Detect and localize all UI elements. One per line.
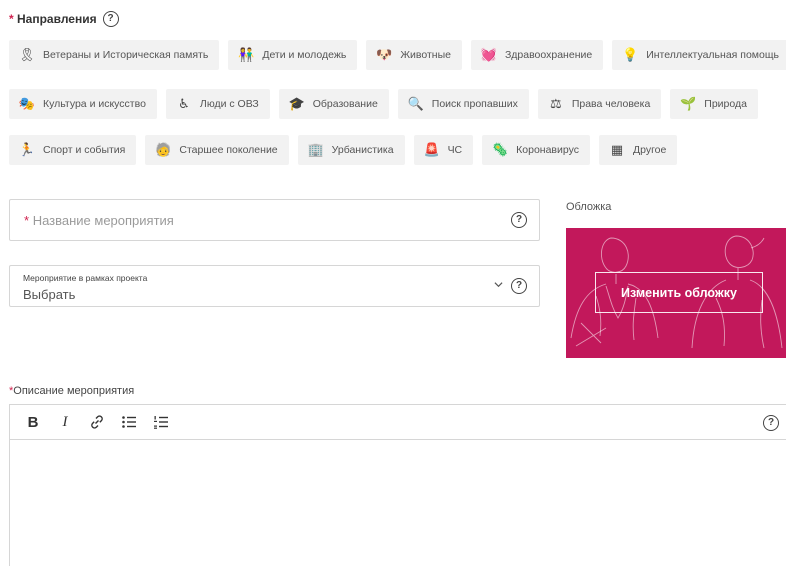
direction-chip[interactable]: 💡 Интеллектуальная помощь	[612, 40, 786, 70]
directions-label: Направления	[17, 12, 97, 26]
grid-icon: ▦	[610, 142, 624, 157]
project-select[interactable]: Мероприятие в рамках проекта Выбрать ?	[9, 265, 540, 307]
runner-icon: 🏃	[18, 142, 36, 157]
cover-label: Обложка	[566, 201, 612, 213]
direction-chip[interactable]: 🔍 Поиск пропавших	[397, 89, 529, 119]
direction-chip[interactable]: 💓 Здравоохранение	[470, 40, 604, 70]
medal-icon: 🎗	[18, 47, 36, 62]
direction-chip[interactable]: 🐶 Животные	[366, 40, 462, 70]
direction-chip-label: Старшее поколение	[179, 144, 278, 156]
change-cover-button[interactable]: Изменить обложку	[595, 272, 763, 313]
help-icon[interactable]: ?	[511, 278, 527, 294]
italic-button[interactable]: I	[56, 413, 74, 431]
direction-chip[interactable]: 🦠 Коронавирус	[482, 135, 590, 165]
direction-chip-label: Образование	[312, 98, 378, 110]
direction-chip[interactable]: ▦ Другое	[598, 135, 678, 165]
help-icon[interactable]: ?	[511, 212, 527, 228]
direction-chip[interactable]: 🚨 ЧС	[413, 135, 474, 165]
direction-chip[interactable]: 🧓 Старшее поколение	[145, 135, 289, 165]
graduation-cap-icon: 🎓	[288, 96, 305, 111]
direction-chip-label: Люди с ОВЗ	[199, 98, 259, 110]
description-editor[interactable]: B I ?	[9, 404, 786, 566]
direction-chip[interactable]: 🎓 Образование	[278, 89, 389, 119]
directions-row: 🎭 Культура и искусство ♿ Люди с ОВЗ 🎓 Образов…	[9, 89, 758, 119]
direction-chip-label: Права человека	[571, 98, 651, 110]
help-icon[interactable]: ?	[763, 415, 779, 431]
direction-chip-label: Культура и искусство	[43, 98, 146, 110]
direction-chip-label: Поиск пропавших	[431, 98, 518, 110]
bullet-list-icon[interactable]	[120, 413, 138, 431]
building-icon: 🏢	[307, 142, 324, 157]
direction-chip-label: ЧС	[447, 144, 463, 156]
alarm-icon: 🚨	[423, 142, 440, 157]
direction-chip-label: Животные	[400, 49, 451, 61]
search-icon: 🔍	[407, 96, 424, 111]
direction-chip-label: Дети и молодежь	[262, 49, 347, 61]
cover-image: Изменить обложку	[566, 228, 786, 358]
direction-chip[interactable]: 👫 Дети и молодежь	[228, 40, 358, 70]
sprout-icon: 🌱	[680, 96, 697, 111]
direction-chip[interactable]: 🏃 Спорт и события	[9, 135, 137, 165]
event-name-field[interactable]: * Название мероприятия ?	[9, 199, 540, 241]
direction-chip[interactable]: 🎗 Ветераны и Историческая память	[9, 40, 220, 70]
required-mark: *	[24, 213, 30, 228]
wheelchair-icon: ♿	[178, 96, 190, 111]
direction-chip-label: Ветераны и Историческая память	[43, 49, 209, 61]
link-icon[interactable]	[88, 413, 106, 431]
numbered-list-icon[interactable]	[152, 413, 170, 431]
direction-chip[interactable]: ♿ Люди с ОВЗ	[165, 89, 270, 119]
required-mark: *	[9, 12, 14, 26]
direction-chip-label: Интеллектуальная помощь	[646, 49, 779, 61]
event-name-placeholder: * Название мероприятия	[24, 213, 174, 228]
bold-button[interactable]: B	[24, 413, 42, 431]
direction-chip-label: Коронавирус	[516, 144, 579, 156]
directions-row: 🎗 Ветераны и Историческая память 👫 Дети и м…	[9, 40, 786, 70]
direction-chip-label: Здравоохранение	[504, 49, 593, 61]
project-select-value: Выбрать	[23, 287, 76, 302]
directions-title: * Направления ?	[9, 11, 119, 27]
direction-chip[interactable]: 🏢 Урбанистика	[297, 135, 405, 165]
direction-chip[interactable]: 🌱 Природа	[670, 89, 758, 119]
editor-toolbar: B I	[10, 405, 786, 440]
description-label: *Описание мероприятия	[9, 385, 134, 397]
direction-chip-label: Природа	[704, 98, 747, 110]
direction-chip-label: Спорт и события	[43, 144, 126, 156]
paw-icon: 🐶	[376, 47, 393, 62]
event-name-placeholder-text: Название мероприятия	[32, 213, 174, 228]
project-select-label: Мероприятие в рамках проекта	[23, 273, 148, 283]
help-icon[interactable]: ?	[102, 11, 119, 27]
direction-chip[interactable]: 🎭 Культура и искусство	[9, 89, 157, 119]
heart-pulse-icon: 💓	[480, 47, 498, 62]
chevron-down-icon[interactable]	[494, 280, 503, 289]
direction-chip-label: Другое	[632, 144, 667, 156]
children-icon: 👫	[238, 47, 255, 62]
theater-icon: 🎭	[18, 96, 36, 111]
description-label-text: Описание мероприятия	[13, 385, 135, 397]
elder-icon: 🧓	[155, 142, 172, 157]
direction-chip-label: Урбанистика	[331, 144, 394, 156]
lightbulb-icon: 💡	[622, 47, 639, 62]
direction-chip[interactable]: ⚖ Права человека	[537, 89, 662, 119]
directions-row: 🏃 Спорт и события 🧓 Старшее поколение 🏢 Урбан…	[9, 135, 678, 165]
virus-icon: 🦠	[492, 142, 509, 157]
scales-icon: ⚖	[550, 96, 562, 111]
